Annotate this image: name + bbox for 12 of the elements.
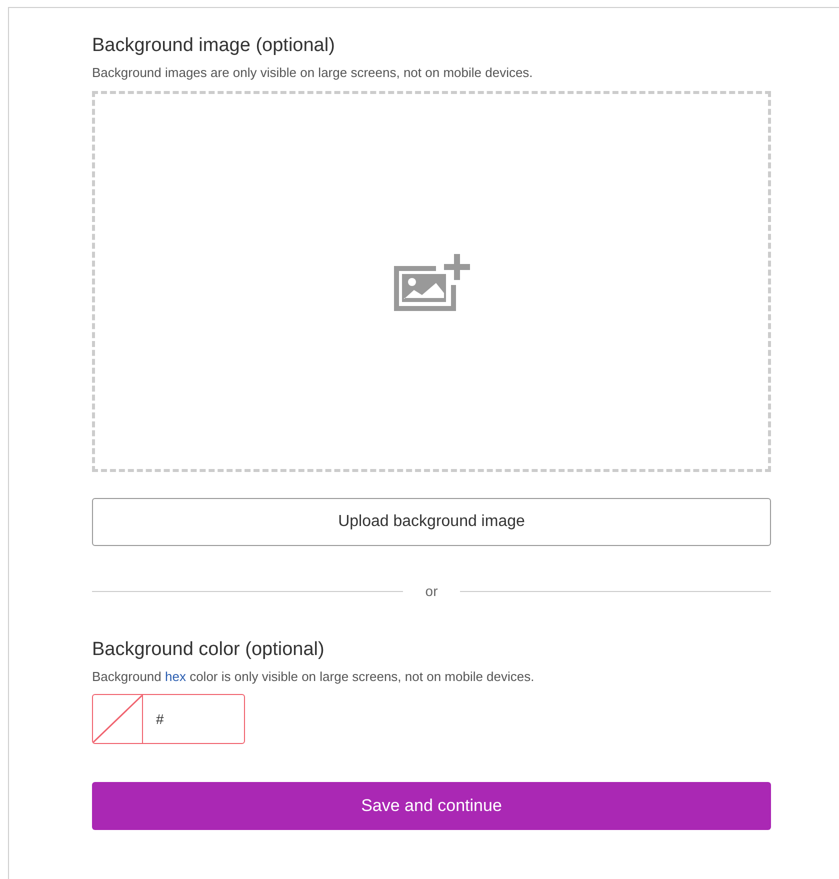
save-button[interactable]: Save and continue [92, 782, 771, 830]
upload-button[interactable]: Upload background image [92, 498, 771, 546]
color-field[interactable]: # [92, 694, 245, 744]
hex-input[interactable]: # [143, 695, 243, 743]
section-title: Background image (optional) [92, 34, 336, 58]
divider-label: or [424, 582, 439, 601]
section-title: Background color (optional) [92, 638, 326, 662]
section-description: Background hex color is only visible on large screens, not on mobile devices. [92, 668, 536, 686]
image-dropzone[interactable] [92, 91, 771, 472]
empty-swatch-icon [93, 695, 143, 743]
hex-link[interactable]: hex [165, 669, 186, 684]
section-description: Background images are only visible on large screens, not on mobile devices. [92, 64, 534, 82]
